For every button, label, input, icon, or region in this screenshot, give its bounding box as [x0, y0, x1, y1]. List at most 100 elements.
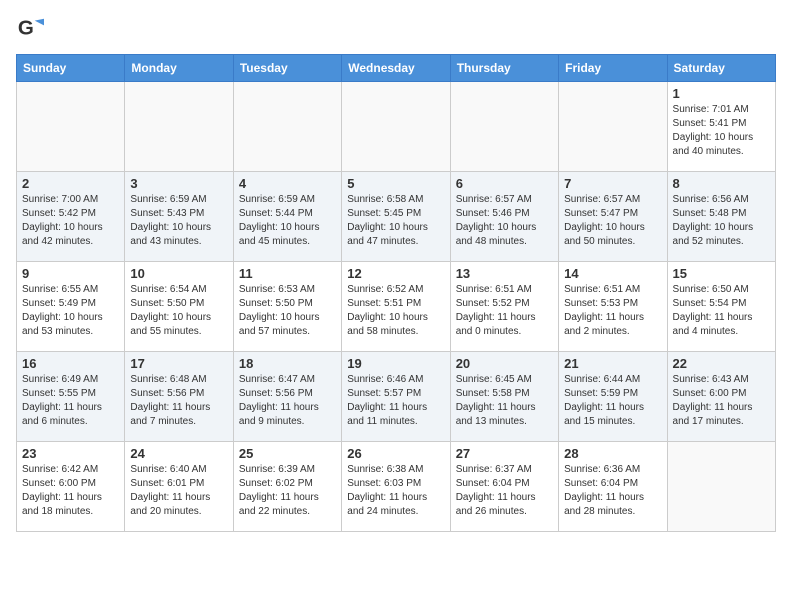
day-number: 1	[673, 86, 770, 101]
day-number: 8	[673, 176, 770, 191]
day-number: 19	[347, 356, 444, 371]
day-info: Sunrise: 6:51 AM Sunset: 5:52 PM Dayligh…	[456, 283, 553, 339]
day-number: 23	[22, 446, 119, 461]
day-number: 4	[239, 176, 336, 191]
calendar-cell	[667, 442, 775, 532]
day-info: Sunrise: 7:01 AM Sunset: 5:41 PM Dayligh…	[673, 103, 770, 159]
calendar-cell: 17 Sunrise: 6:48 AM Sunset: 5:56 PM Dayli…	[125, 352, 233, 442]
day-info: Sunrise: 6:57 AM Sunset: 5:46 PM Dayligh…	[456, 193, 553, 249]
calendar-cell	[125, 82, 233, 172]
calendar-week-row: 2 Sunrise: 7:00 AM Sunset: 5:42 PM Daylig…	[17, 172, 776, 262]
calendar-week-row: 23 Sunrise: 6:42 AM Sunset: 6:00 PM Dayli…	[17, 442, 776, 532]
day-info: Sunrise: 6:40 AM Sunset: 6:01 PM Dayligh…	[130, 463, 227, 519]
day-info: Sunrise: 6:48 AM Sunset: 5:56 PM Dayligh…	[130, 373, 227, 429]
calendar-table: SundayMondayTuesdayWednesdayThursdayFrid…	[16, 54, 776, 532]
calendar-cell: 21 Sunrise: 6:44 AM Sunset: 5:59 PM Dayli…	[559, 352, 667, 442]
calendar-cell: 19 Sunrise: 6:46 AM Sunset: 5:57 PM Dayli…	[342, 352, 450, 442]
calendar-cell	[450, 82, 558, 172]
calendar-cell: 13 Sunrise: 6:51 AM Sunset: 5:52 PM Dayli…	[450, 262, 558, 352]
day-info: Sunrise: 6:43 AM Sunset: 6:00 PM Dayligh…	[673, 373, 770, 429]
calendar-cell: 9 Sunrise: 6:55 AM Sunset: 5:49 PM Daylig…	[17, 262, 125, 352]
calendar-cell: 2 Sunrise: 7:00 AM Sunset: 5:42 PM Daylig…	[17, 172, 125, 262]
day-number: 15	[673, 266, 770, 281]
day-number: 7	[564, 176, 661, 191]
calendar-cell: 6 Sunrise: 6:57 AM Sunset: 5:46 PM Daylig…	[450, 172, 558, 262]
day-info: Sunrise: 6:59 AM Sunset: 5:44 PM Dayligh…	[239, 193, 336, 249]
day-info: Sunrise: 6:44 AM Sunset: 5:59 PM Dayligh…	[564, 373, 661, 429]
calendar-cell	[233, 82, 341, 172]
day-number: 28	[564, 446, 661, 461]
day-info: Sunrise: 6:39 AM Sunset: 6:02 PM Dayligh…	[239, 463, 336, 519]
day-info: Sunrise: 7:00 AM Sunset: 5:42 PM Dayligh…	[22, 193, 119, 249]
day-number: 16	[22, 356, 119, 371]
day-number: 6	[456, 176, 553, 191]
page-header: G	[16, 16, 776, 44]
day-info: Sunrise: 6:47 AM Sunset: 5:56 PM Dayligh…	[239, 373, 336, 429]
calendar-cell: 18Sunrise: 6:47 AM Sunset: 5:56 PM Dayli…	[233, 352, 341, 442]
calendar-cell: 22 Sunrise: 6:43 AM Sunset: 6:00 PM Dayli…	[667, 352, 775, 442]
weekday-header: Friday	[559, 55, 667, 82]
calendar-cell: 7 Sunrise: 6:57 AM Sunset: 5:47 PM Daylig…	[559, 172, 667, 262]
calendar-cell: 1 Sunrise: 7:01 AM Sunset: 5:41 PM Daylig…	[667, 82, 775, 172]
weekday-header: Wednesday	[342, 55, 450, 82]
day-number: 11	[239, 266, 336, 281]
day-number: 25	[239, 446, 336, 461]
day-number: 21	[564, 356, 661, 371]
calendar-cell	[17, 82, 125, 172]
calendar-cell: 8 Sunrise: 6:56 AM Sunset: 5:48 PM Daylig…	[667, 172, 775, 262]
calendar-cell: 27 Sunrise: 6:37 AM Sunset: 6:04 PM Dayli…	[450, 442, 558, 532]
day-number: 22	[673, 356, 770, 371]
calendar-cell: 14Sunrise: 6:51 AM Sunset: 5:53 PM Dayli…	[559, 262, 667, 352]
calendar-cell	[559, 82, 667, 172]
weekday-header: Tuesday	[233, 55, 341, 82]
day-number: 20	[456, 356, 553, 371]
calendar-cell: 28Sunrise: 6:36 AM Sunset: 6:04 PM Dayli…	[559, 442, 667, 532]
svg-text:G: G	[18, 17, 34, 40]
calendar-cell: 10 Sunrise: 6:54 AM Sunset: 5:50 PM Dayli…	[125, 262, 233, 352]
weekday-header: Monday	[125, 55, 233, 82]
day-info: Sunrise: 6:46 AM Sunset: 5:57 PM Dayligh…	[347, 373, 444, 429]
calendar-cell: 3 Sunrise: 6:59 AM Sunset: 5:43 PM Daylig…	[125, 172, 233, 262]
weekday-header: Saturday	[667, 55, 775, 82]
day-info: Sunrise: 6:54 AM Sunset: 5:50 PM Dayligh…	[130, 283, 227, 339]
day-number: 17	[130, 356, 227, 371]
day-info: Sunrise: 6:57 AM Sunset: 5:47 PM Dayligh…	[564, 193, 661, 249]
day-info: Sunrise: 6:53 AM Sunset: 5:50 PM Dayligh…	[239, 283, 336, 339]
calendar-header-row: SundayMondayTuesdayWednesdayThursdayFrid…	[17, 55, 776, 82]
calendar-cell: 26Sunrise: 6:38 AM Sunset: 6:03 PM Dayli…	[342, 442, 450, 532]
calendar-cell: 20 Sunrise: 6:45 AM Sunset: 5:58 PM Dayli…	[450, 352, 558, 442]
calendar-cell: 24 Sunrise: 6:40 AM Sunset: 6:01 PM Dayli…	[125, 442, 233, 532]
calendar-week-row: 16 Sunrise: 6:49 AM Sunset: 5:55 PM Dayli…	[17, 352, 776, 442]
calendar-cell: 16 Sunrise: 6:49 AM Sunset: 5:55 PM Dayli…	[17, 352, 125, 442]
day-number: 26	[347, 446, 444, 461]
day-number: 12	[347, 266, 444, 281]
day-info: Sunrise: 6:55 AM Sunset: 5:49 PM Dayligh…	[22, 283, 119, 339]
day-number: 24	[130, 446, 227, 461]
logo: G	[16, 16, 48, 44]
day-number: 27	[456, 446, 553, 461]
day-number: 3	[130, 176, 227, 191]
calendar-cell: 11 Sunrise: 6:53 AM Sunset: 5:50 PM Dayli…	[233, 262, 341, 352]
day-info: Sunrise: 6:52 AM Sunset: 5:51 PM Dayligh…	[347, 283, 444, 339]
day-info: Sunrise: 6:37 AM Sunset: 6:04 PM Dayligh…	[456, 463, 553, 519]
day-number: 9	[22, 266, 119, 281]
calendar-week-row: 9 Sunrise: 6:55 AM Sunset: 5:49 PM Daylig…	[17, 262, 776, 352]
day-info: Sunrise: 6:42 AM Sunset: 6:00 PM Dayligh…	[22, 463, 119, 519]
day-info: Sunrise: 6:49 AM Sunset: 5:55 PM Dayligh…	[22, 373, 119, 429]
calendar-week-row: 1 Sunrise: 7:01 AM Sunset: 5:41 PM Daylig…	[17, 82, 776, 172]
weekday-header: Sunday	[17, 55, 125, 82]
calendar-cell: 15 Sunrise: 6:50 AM Sunset: 5:54 PM Dayli…	[667, 262, 775, 352]
logo-icon: G	[16, 16, 44, 44]
day-info: Sunrise: 6:59 AM Sunset: 5:43 PM Dayligh…	[130, 193, 227, 249]
day-info: Sunrise: 6:45 AM Sunset: 5:58 PM Dayligh…	[456, 373, 553, 429]
day-number: 10	[130, 266, 227, 281]
day-number: 14	[564, 266, 661, 281]
day-info: Sunrise: 6:56 AM Sunset: 5:48 PM Dayligh…	[673, 193, 770, 249]
day-info: Sunrise: 6:50 AM Sunset: 5:54 PM Dayligh…	[673, 283, 770, 339]
calendar-cell: 23 Sunrise: 6:42 AM Sunset: 6:00 PM Dayli…	[17, 442, 125, 532]
calendar-cell: 25 Sunrise: 6:39 AM Sunset: 6:02 PM Dayli…	[233, 442, 341, 532]
day-number: 13	[456, 266, 553, 281]
day-number: 2	[22, 176, 119, 191]
calendar-cell: 5Sunrise: 6:58 AM Sunset: 5:45 PM Daylig…	[342, 172, 450, 262]
calendar-cell	[342, 82, 450, 172]
